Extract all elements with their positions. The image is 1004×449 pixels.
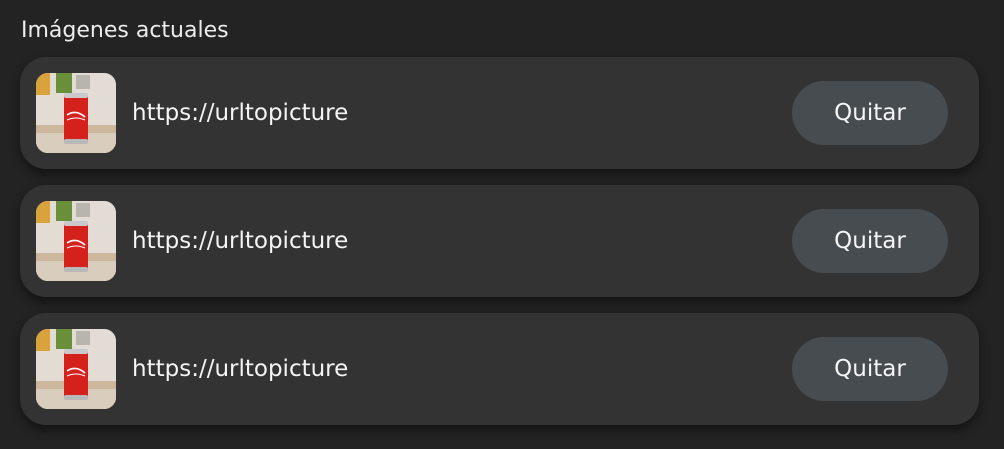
image-url: https://urltopicture (132, 356, 349, 382)
image-thumbnail (36, 201, 116, 281)
image-url: https://urltopicture (132, 228, 349, 254)
image-row: https://urltopicture Quitar (20, 57, 979, 169)
soda-can-image (36, 73, 116, 153)
image-row: https://urltopicture Quitar (20, 313, 979, 425)
section-title: Imágenes actuales (21, 18, 229, 43)
image-url: https://urltopicture (132, 100, 349, 126)
image-thumbnail (36, 329, 116, 409)
remove-button[interactable]: Quitar (792, 337, 948, 401)
image-row: https://urltopicture Quitar (20, 185, 979, 297)
image-list: https://urltopicture Quitar https://urlt… (20, 57, 979, 441)
current-images-section: Imágenes actuales https://urltopicture Q… (0, 0, 1004, 449)
soda-can-image (36, 201, 116, 281)
remove-button[interactable]: Quitar (792, 81, 948, 145)
remove-button[interactable]: Quitar (792, 209, 948, 273)
image-thumbnail (36, 73, 116, 153)
soda-can-image (36, 329, 116, 409)
